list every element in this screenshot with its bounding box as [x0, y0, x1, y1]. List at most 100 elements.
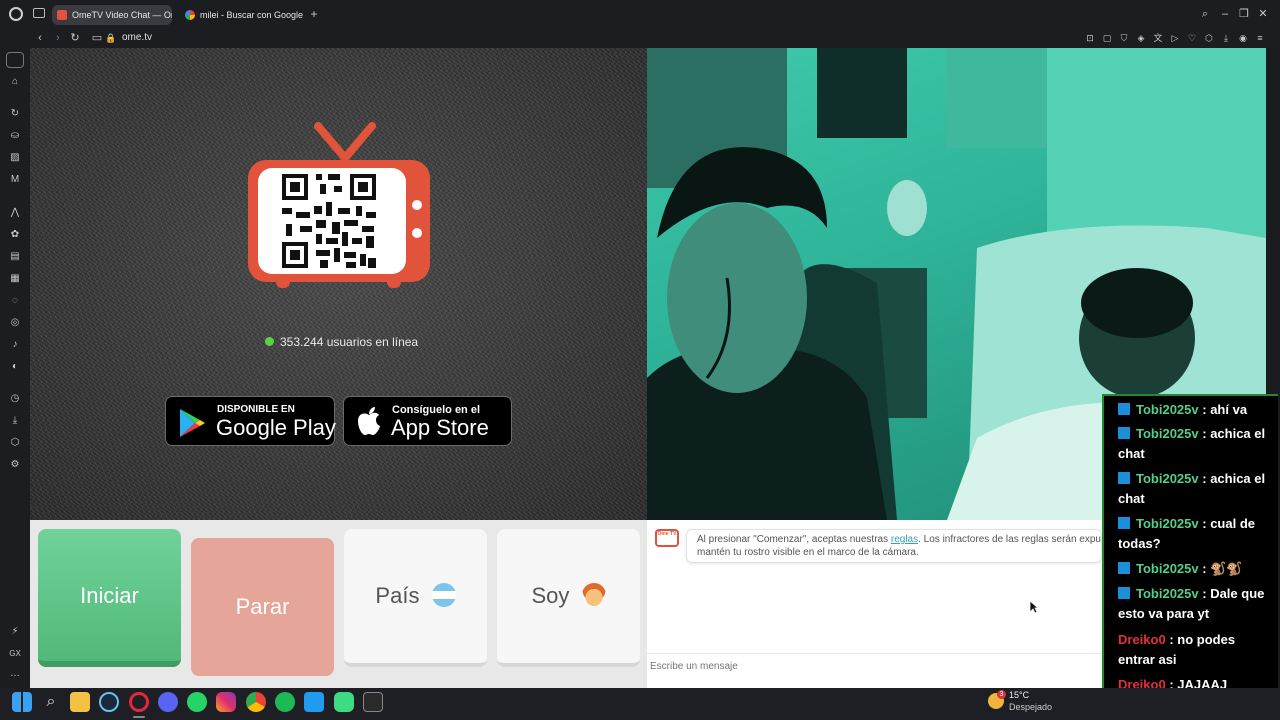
chat-message: Tobi2025v : achica el chat	[1118, 426, 1266, 461]
pin-icon[interactable]: ⊡	[1084, 31, 1096, 45]
new-tab-button[interactable]: +	[307, 7, 321, 21]
close-window-icon[interactable]: ✕	[1256, 7, 1270, 21]
home-icon[interactable]	[6, 52, 24, 68]
back-icon[interactable]: ‹	[33, 31, 47, 45]
twitch-icon[interactable]: ▤	[8, 250, 22, 264]
google-favicon-icon	[185, 10, 195, 20]
refresh-icon[interactable]: ↻	[8, 107, 22, 121]
user-badge-icon	[1118, 427, 1130, 439]
search-icon[interactable]: ⌕	[41, 692, 61, 712]
pinboard-icon[interactable]: ⚡	[8, 625, 22, 639]
android-icon[interactable]	[334, 692, 354, 712]
stream-chat-overlay: Tobi2025v : ahí va Tobi2025v : achica el…	[1102, 394, 1278, 694]
camera-indicator-icon[interactable]: ▭	[90, 31, 104, 45]
apple-icon	[358, 407, 380, 435]
start-button[interactable]: Iniciar	[38, 529, 181, 667]
chat-message: Tobi2025v : achica el chat	[1118, 471, 1266, 506]
vk-icon[interactable]: ✿	[8, 228, 22, 242]
whatsapp-icon[interactable]	[187, 692, 207, 712]
spotify-icon[interactable]	[275, 692, 295, 712]
vscode-icon[interactable]	[304, 692, 324, 712]
epic-games-icon[interactable]	[363, 692, 383, 712]
workspaces-icon[interactable]	[33, 8, 45, 18]
app-store-badge[interactable]: Consíguelo en el App Store	[343, 396, 512, 446]
google-play-badge[interactable]: DISPONIBLE EN Google Play	[165, 396, 336, 446]
ai-icon[interactable]: ▨	[8, 151, 22, 165]
tiktok-icon[interactable]: ◎	[8, 316, 22, 330]
vpn-icon[interactable]: ◈	[1135, 31, 1147, 45]
messenger-icon[interactable]: M	[8, 173, 22, 187]
qr-code-icon[interactable]	[280, 172, 378, 270]
online-status-icon	[265, 337, 274, 346]
download-icon[interactable]: ◷	[8, 392, 22, 406]
forward-icon[interactable]: ›	[51, 31, 65, 45]
heart-icon[interactable]: ♡	[1186, 31, 1198, 45]
user-badge-icon	[1118, 517, 1130, 529]
discord-icon[interactable]: ♪	[8, 338, 22, 352]
tv-knob-icon	[412, 200, 422, 210]
tab-google[interactable]: milei - Buscar con Google	[180, 5, 305, 25]
mouse-cursor-icon	[1029, 600, 1039, 614]
whatsapp-icon[interactable]: ▦	[8, 272, 22, 286]
file-explorer-icon[interactable]	[70, 692, 90, 712]
snapshot-icon[interactable]: ▢	[1101, 31, 1113, 45]
tv-knob-icon	[412, 228, 422, 238]
play-icon[interactable]: ▷	[1169, 31, 1181, 45]
user-badge-icon	[1118, 472, 1130, 484]
country-button[interactable]: País	[344, 529, 487, 667]
gamepad-icon[interactable]: ⌂	[8, 75, 22, 89]
online-users-count: 353.244 usuarios en línea	[265, 335, 418, 349]
chat-message: Tobi2025v : 🐒🐒	[1118, 559, 1274, 579]
gender-button[interactable]: Soy	[497, 529, 640, 667]
tab-ometv[interactable]: OmeTV Video Chat — Om	[52, 5, 172, 25]
gear-icon[interactable]: ⚙	[8, 458, 22, 472]
translate-icon[interactable]: 文	[1152, 31, 1164, 45]
opera-gx-icon[interactable]	[129, 692, 149, 712]
taskbar-active-indicator	[133, 716, 145, 718]
more-icon[interactable]: …	[8, 667, 22, 681]
chrome-icon[interactable]	[246, 692, 266, 712]
chatgpt-icon[interactable]: ⋀	[8, 206, 22, 220]
user-badge-icon	[1118, 587, 1130, 599]
bag-icon[interactable]: ⛀	[8, 129, 22, 143]
steam-icon[interactable]	[99, 692, 119, 712]
ometv-chat-logo: Ome TV	[655, 529, 679, 547]
address-bar: ‹ › ↻ ▭ 🔒 ome.tv ⊡ ▢ ⛉ ◈ 文 ▷ ♡ ⬡ ⤓ ◉ ≡	[0, 28, 1280, 48]
chat-message: Dreiko0 : no podes entrar asi	[1118, 632, 1236, 667]
opera-logo-icon[interactable]	[9, 7, 23, 21]
google-play-icon	[180, 409, 205, 437]
url-field[interactable]: ome.tv	[122, 31, 152, 45]
extensions-icon[interactable]: ⤓	[8, 414, 22, 428]
discord-icon[interactable]	[158, 692, 178, 712]
message-input[interactable]	[650, 657, 1090, 675]
downloads-toolbar-icon[interactable]: ⤓	[1220, 31, 1232, 45]
shield-icon[interactable]: ⛉	[1118, 31, 1130, 45]
windows-icon[interactable]	[12, 692, 32, 712]
weather-badge: 3	[997, 690, 1006, 699]
browser-tab-bar: OmeTV Video Chat — Om milei - Buscar con…	[0, 0, 1280, 28]
maximize-icon[interactable]: ❐	[1237, 7, 1251, 21]
chat-message: Tobi2025v : ahí va	[1118, 400, 1274, 420]
history-icon[interactable]: ◐	[8, 360, 22, 374]
user-badge-icon	[1118, 403, 1130, 415]
search-tabs-icon[interactable]: ⌕	[1198, 7, 1212, 21]
instagram-icon[interactable]: ◌	[8, 294, 22, 308]
user-badge-icon	[1118, 562, 1130, 574]
lock-icon: 🔒	[105, 33, 117, 43]
gx-label[interactable]: GX	[8, 647, 22, 661]
message-input-divider	[647, 653, 1102, 654]
extensions-toolbar-icon[interactable]: ⬡	[1203, 31, 1215, 45]
chat-message: Tobi2025v : Dale que esto va para yt	[1118, 586, 1265, 621]
weather-widget[interactable]: 3 15°C Despejado	[988, 690, 1058, 716]
menu-icon[interactable]: ≡	[1254, 31, 1266, 45]
settings-icon[interactable]: ⬡	[8, 436, 22, 450]
stop-button[interactable]: Parar	[191, 538, 334, 676]
instagram-icon[interactable]	[216, 692, 236, 712]
account-icon[interactable]: ◉	[1237, 31, 1249, 45]
ometv-favicon-icon	[57, 10, 67, 20]
minimize-icon[interactable]: –	[1218, 7, 1232, 21]
rules-link[interactable]: reglas	[891, 534, 918, 545]
boy-avatar-icon	[581, 583, 606, 607]
rules-notice: Al presionar "Comenzar", aceptas nuestra…	[686, 529, 1102, 563]
reload-icon[interactable]: ↻	[68, 31, 82, 45]
